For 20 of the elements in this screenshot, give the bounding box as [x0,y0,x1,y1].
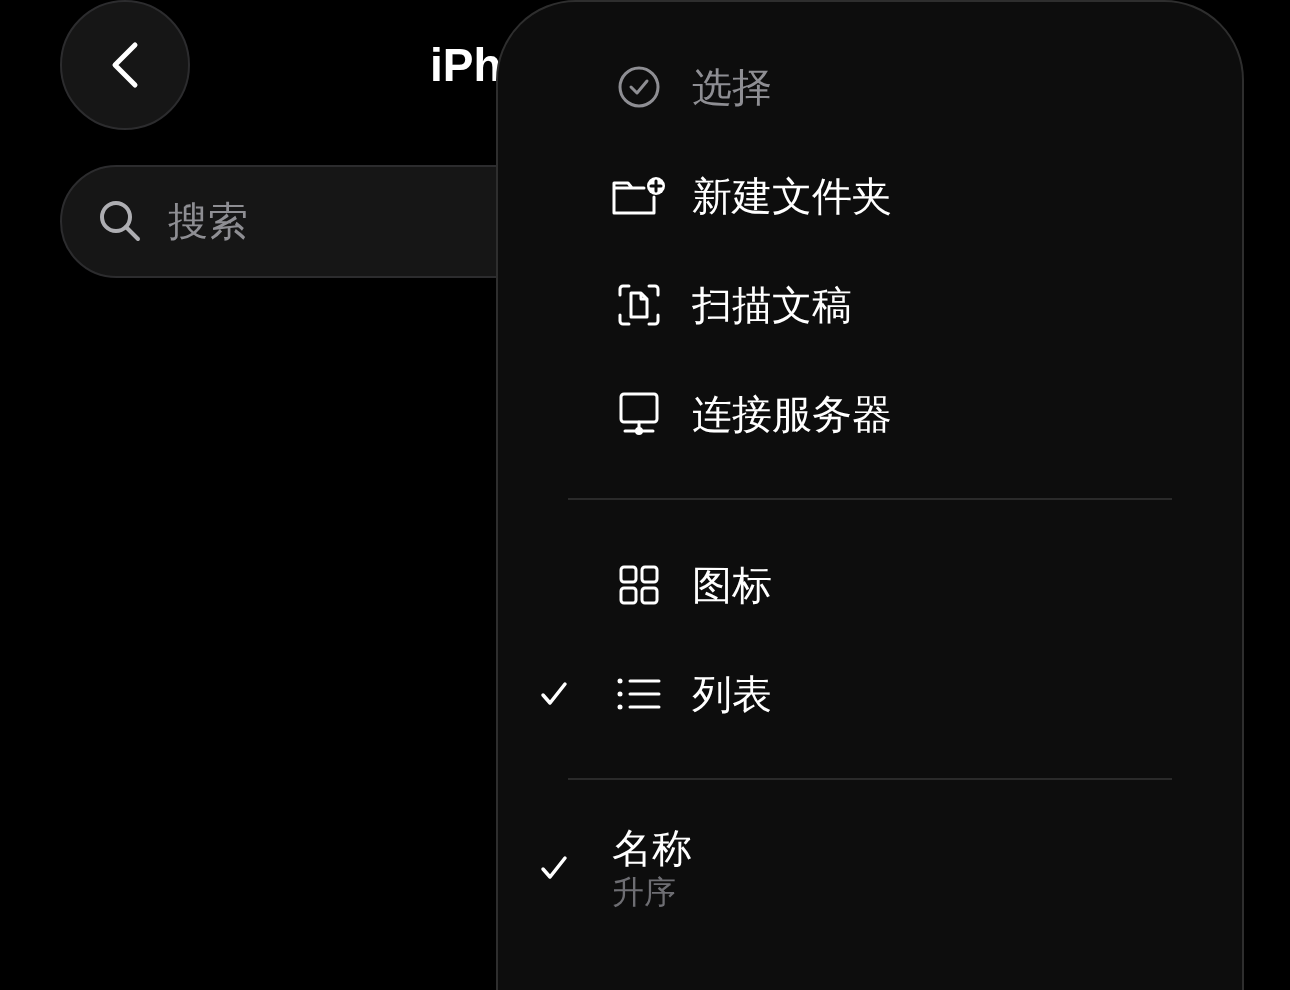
list-icon [617,676,661,711]
document-scan-icon [617,282,661,327]
menu-item-label: 名称 [612,824,692,872]
menu-item-label: 图标 [692,561,772,609]
grid-icon [619,564,659,605]
chevron-left-icon [110,41,140,89]
menu-item-subtitle: 升序 [612,872,677,912]
menu-item[interactable]: 图标 [498,530,1242,639]
folder-plus-icon [611,174,667,217]
menu-item[interactable]: 连接服务器 [498,359,1242,468]
menu-item[interactable]: 名称 升序 [498,810,1242,925]
menu-item[interactable]: 列表 [498,639,1242,748]
search-icon [98,199,142,243]
menu-item-label: 列表 [692,670,772,718]
menu-item-label: 选择 [692,63,772,111]
menu-item-label: 扫描文稿 [692,281,852,329]
menu-item-label: 连接服务器 [692,390,892,438]
checkmark-circle-icon [617,64,661,109]
computer-icon [617,390,661,437]
menu-item-label: 新建文件夹 [692,172,892,220]
